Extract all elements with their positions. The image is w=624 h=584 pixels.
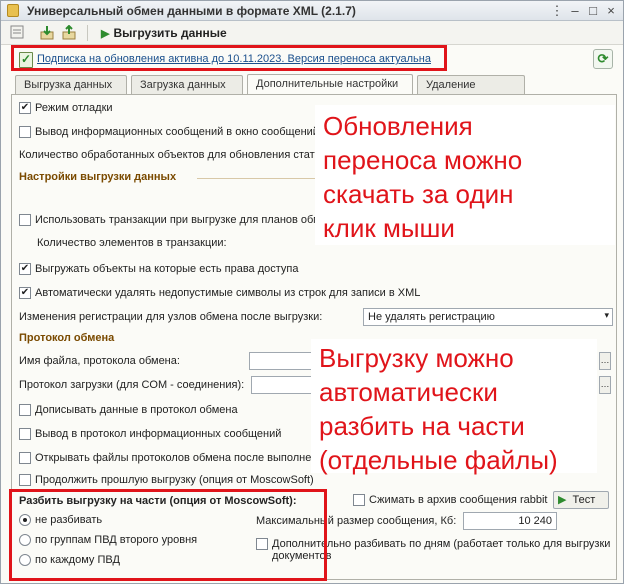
use-transactions-label: Использовать транзакции при выгрузке для… bbox=[35, 214, 319, 226]
update-count-text: Количество обработанных объектов для обн… bbox=[19, 149, 319, 161]
transaction-count-text: Количество элементов в транзакции: bbox=[37, 237, 227, 249]
debug-mode-checkbox[interactable]: ✔ Режим отладки bbox=[19, 101, 319, 117]
export-data-button[interactable]: ▶ Выгрузить данные bbox=[97, 24, 233, 42]
checkbox-box bbox=[19, 404, 31, 416]
close-icon[interactable]: × bbox=[603, 3, 619, 19]
form-icon[interactable] bbox=[9, 25, 25, 41]
callout-line: скачать за один bbox=[323, 179, 514, 209]
export-with-rights-checkbox[interactable]: ✔ Выгружать объекты на которые есть прав… bbox=[19, 262, 319, 278]
callout-line: Выгрузку можно bbox=[319, 343, 514, 373]
export-settings-heading: Настройки выгрузки данных bbox=[19, 171, 177, 183]
play-icon: ▶ bbox=[101, 28, 110, 40]
refresh-button[interactable]: ⟳ bbox=[593, 49, 613, 69]
protocol-file-label: Имя файла, протокола обмена: bbox=[19, 355, 249, 371]
maximize-icon[interactable]: □ bbox=[585, 3, 601, 19]
open-protocol-files-label: Открывать файлы протоколов обмена после … bbox=[35, 452, 319, 464]
protocol-heading: Протокол обмена bbox=[19, 332, 115, 344]
registration-change-value: Не удалять регистрацию bbox=[368, 311, 495, 323]
annotation-callout-split: Выгрузку можно автоматически разбить на … bbox=[311, 339, 597, 475]
continue-export-checkbox[interactable]: Продолжить прошлую выгрузку (опция от Mo… bbox=[19, 473, 319, 489]
load-protocol-browse-button[interactable]: … bbox=[599, 376, 611, 394]
load-protocol-label: Протокол загрузки (для COM - соединения)… bbox=[19, 379, 249, 395]
protocol-file-browse-button[interactable]: … bbox=[599, 352, 611, 370]
append-protocol-label: Дописывать данные в протокол обмена bbox=[35, 404, 238, 416]
registration-change-select[interactable]: Не удалять регистрацию ▾ bbox=[363, 308, 613, 326]
callout-line: Обновления bbox=[323, 111, 473, 141]
load-protocol-input[interactable] bbox=[251, 376, 319, 394]
callout-line: (отдельные файлы) bbox=[319, 445, 558, 475]
toolbar: ▶ Выгрузить данные bbox=[1, 21, 623, 45]
checkbox-box bbox=[19, 474, 31, 486]
export-data-label: Выгрузить данные bbox=[113, 26, 227, 40]
checkbox-box: ✔ bbox=[19, 287, 31, 299]
tab-import[interactable]: Загрузка данных bbox=[131, 75, 243, 94]
checkbox-box bbox=[19, 214, 31, 226]
main-window: Универсальный обмен данными в формате XM… bbox=[0, 0, 624, 584]
max-size-input[interactable]: 10 240 bbox=[463, 512, 557, 530]
minimize-icon[interactable]: – bbox=[567, 3, 583, 19]
app-icon bbox=[7, 4, 19, 17]
import-icon[interactable] bbox=[39, 25, 55, 41]
protocol-info-checkbox[interactable]: Вывод в протокол информационных сообщени… bbox=[19, 427, 319, 443]
continue-export-label: Продолжить прошлую выгрузку (опция от Mo… bbox=[35, 474, 314, 486]
window-title: Универсальный обмен данными в формате XM… bbox=[27, 4, 356, 18]
tab-bar: Выгрузка данных Загрузка данных Дополнит… bbox=[15, 74, 615, 103]
menu-icon[interactable]: ⋮ bbox=[549, 3, 565, 19]
compress-rabbit-label: Сжимать в архив сообщения rabbit M bbox=[369, 494, 549, 506]
update-count-label: Количество обработанных объектов для обн… bbox=[19, 149, 319, 165]
play-icon: ▶ bbox=[558, 494, 567, 506]
chevron-down-icon: ▾ bbox=[604, 310, 609, 320]
transaction-count-label: Количество элементов в транзакции: bbox=[37, 237, 297, 253]
toolbar-divider bbox=[87, 25, 88, 41]
title-bar: Универсальный обмен данными в формате XM… bbox=[1, 1, 623, 21]
protocol-file-text: Имя файла, протокола обмена: bbox=[19, 355, 180, 367]
registration-change-text: Изменения регистрации для узлов обмена п… bbox=[19, 311, 323, 323]
use-transactions-checkbox[interactable]: Использовать транзакции при выгрузке для… bbox=[19, 213, 319, 229]
callout-line: клик мыши bbox=[323, 213, 455, 243]
annotation-callout-update: Обновления переноса можно скачать за оди… bbox=[315, 105, 615, 245]
test-button[interactable]: ▶ Тест bbox=[553, 491, 609, 509]
protocol-info-label: Вывод в протокол информационных сообщени… bbox=[35, 428, 282, 440]
checkbox-box bbox=[19, 428, 31, 440]
remove-invalid-chars-label: Автоматически удалять недопустимые симво… bbox=[35, 287, 421, 299]
protocol-file-input[interactable] bbox=[249, 352, 319, 370]
registration-change-label: Изменения регистрации для узлов обмена п… bbox=[19, 311, 349, 327]
annotation-box-split bbox=[9, 489, 327, 581]
section-divider bbox=[197, 178, 315, 179]
remove-invalid-chars-checkbox[interactable]: ✔ Автоматически удалять недопустимые сим… bbox=[19, 286, 439, 302]
max-size-value: 10 240 bbox=[518, 515, 552, 527]
tab-delete-data[interactable]: Удаление данных bbox=[417, 75, 525, 103]
export-icon[interactable] bbox=[61, 24, 77, 41]
checkbox-box bbox=[353, 494, 365, 506]
callout-line: разбить на части bbox=[319, 411, 525, 441]
refresh-icon: ⟳ bbox=[597, 51, 609, 66]
checkbox-box bbox=[19, 452, 31, 464]
callout-line: автоматически bbox=[319, 377, 498, 407]
checkbox-box: ✔ bbox=[19, 263, 31, 275]
append-protocol-checkbox[interactable]: Дописывать данные в протокол обмена bbox=[19, 403, 309, 419]
tab-additional-settings[interactable]: Дополнительные настройки bbox=[247, 74, 413, 95]
callout-line: переноса можно bbox=[323, 145, 523, 175]
debug-mode-label: Режим отладки bbox=[35, 102, 113, 114]
tab-export[interactable]: Выгрузка данных bbox=[15, 75, 127, 94]
checkbox-box bbox=[19, 126, 31, 138]
info-messages-checkbox[interactable]: Вывод информационных сообщений в окно со… bbox=[19, 125, 319, 141]
load-protocol-text: Протокол загрузки (для COM - соединения)… bbox=[19, 379, 245, 391]
export-with-rights-label: Выгружать объекты на которые есть права … bbox=[35, 263, 299, 275]
annotation-box-subscription bbox=[11, 45, 447, 71]
open-protocol-files-checkbox[interactable]: Открывать файлы протоколов обмена после … bbox=[19, 451, 319, 467]
checkbox-box: ✔ bbox=[19, 102, 31, 114]
compress-rabbit-checkbox[interactable]: Сжимать в архив сообщения rabbit M bbox=[353, 493, 549, 509]
test-label: Тест bbox=[572, 494, 596, 506]
info-messages-label: Вывод информационных сообщений в окно со… bbox=[35, 126, 319, 138]
